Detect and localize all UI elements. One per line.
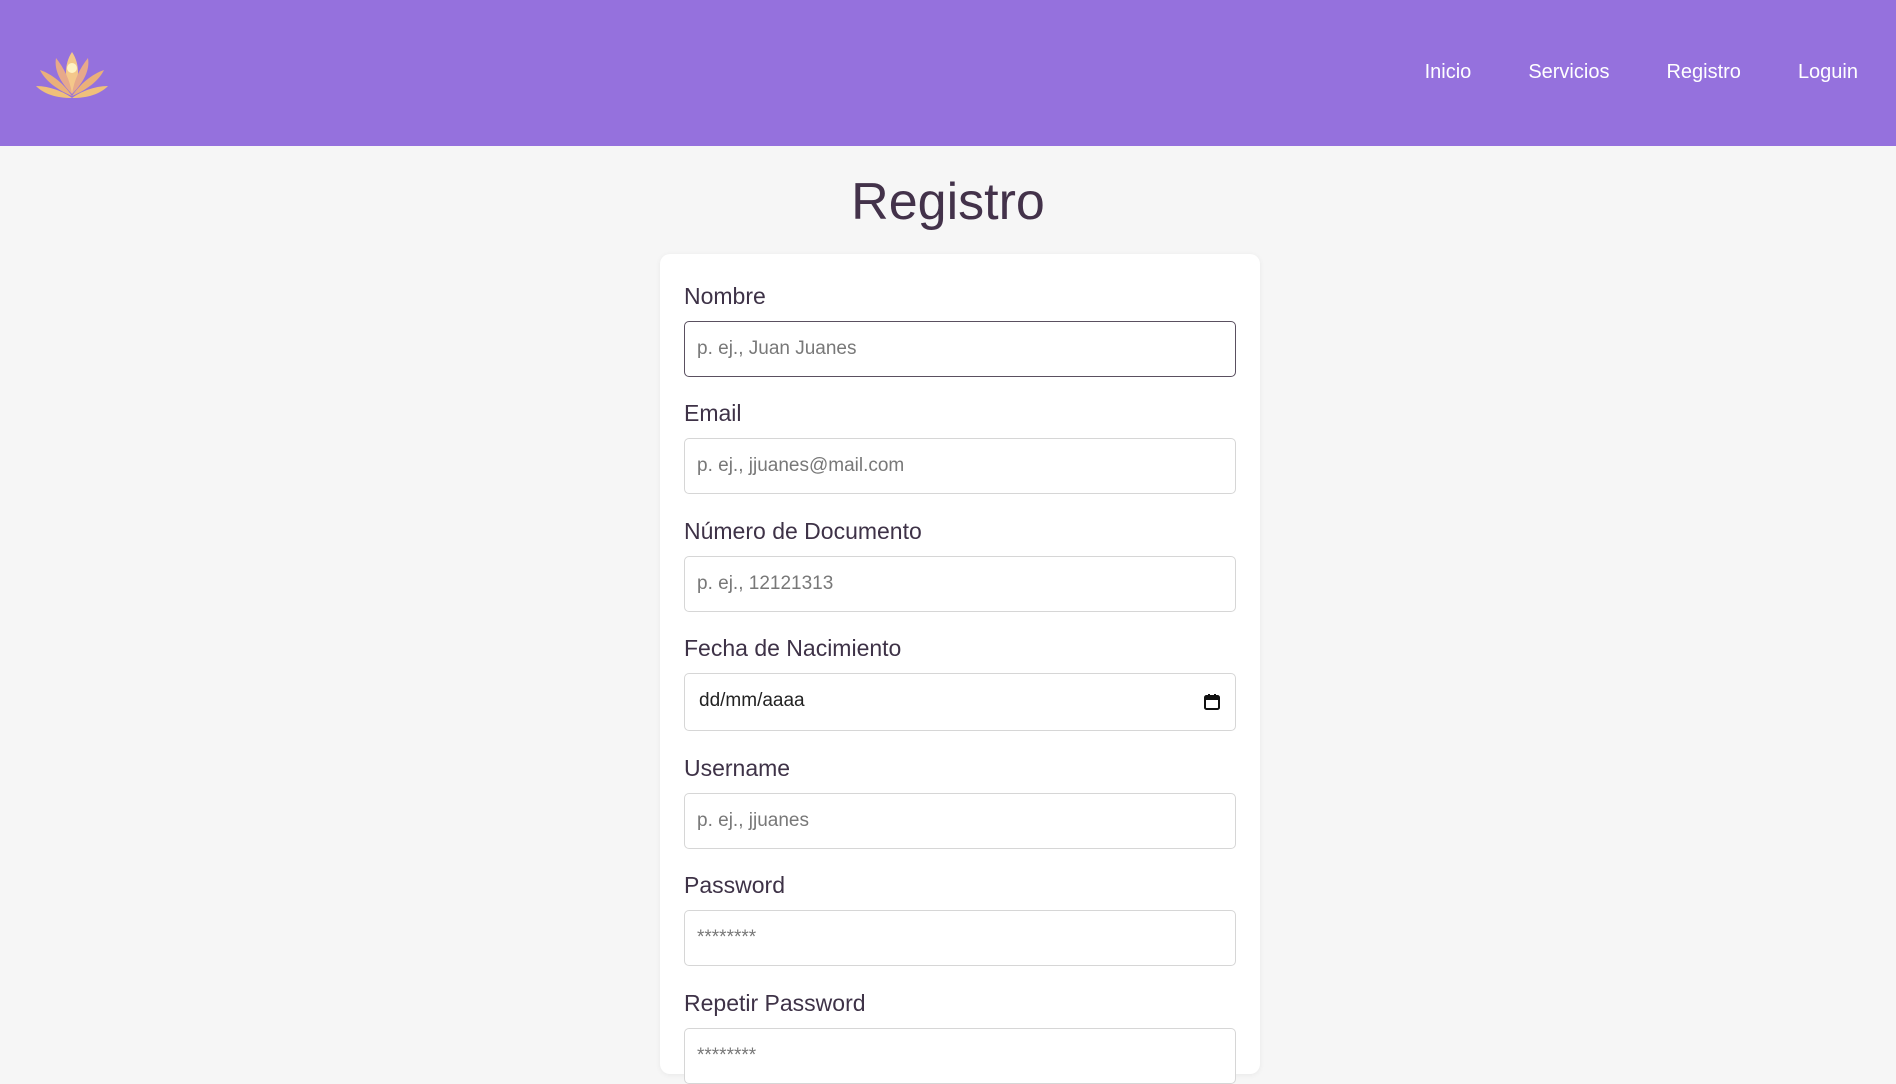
nav-item-inicio[interactable]: Inicio (1425, 58, 1472, 86)
page-title: Registro (851, 173, 1045, 231)
main-nav: Inicio Servicios Registro Loguin (1368, 58, 1858, 86)
documento-label: Número de Documento (684, 518, 922, 544)
email-input[interactable] (684, 438, 1236, 494)
email-label: Email (684, 400, 742, 426)
nav-item-servicios[interactable]: Servicios (1528, 58, 1609, 86)
lotus-logo-icon[interactable] (34, 48, 110, 102)
site-header: Inicio Servicios Registro Loguin (0, 0, 1896, 146)
fecha-input[interactable]: dd/mm/aaaa (684, 673, 1236, 731)
username-label: Username (684, 755, 791, 781)
fecha-label: Fecha de Nacimiento (684, 635, 902, 661)
registration-form: Nombre Email Número de Documento Fecha d… (660, 254, 1260, 1084)
nav-item-registro[interactable]: Registro (1666, 58, 1740, 86)
calendar-icon[interactable] (1203, 693, 1221, 711)
username-input[interactable] (684, 793, 1236, 849)
nombre-input[interactable] (684, 321, 1236, 377)
repetir-password-label: Repetir Password (684, 990, 866, 1016)
nav-item-loguin[interactable]: Loguin (1798, 58, 1858, 86)
documento-input[interactable] (684, 556, 1236, 612)
nombre-label: Nombre (684, 283, 766, 309)
password-input[interactable] (684, 910, 1236, 966)
password-label: Password (684, 872, 785, 898)
fecha-value: dd/mm/aaaa (699, 690, 805, 711)
repetir-password-input[interactable] (684, 1028, 1236, 1084)
